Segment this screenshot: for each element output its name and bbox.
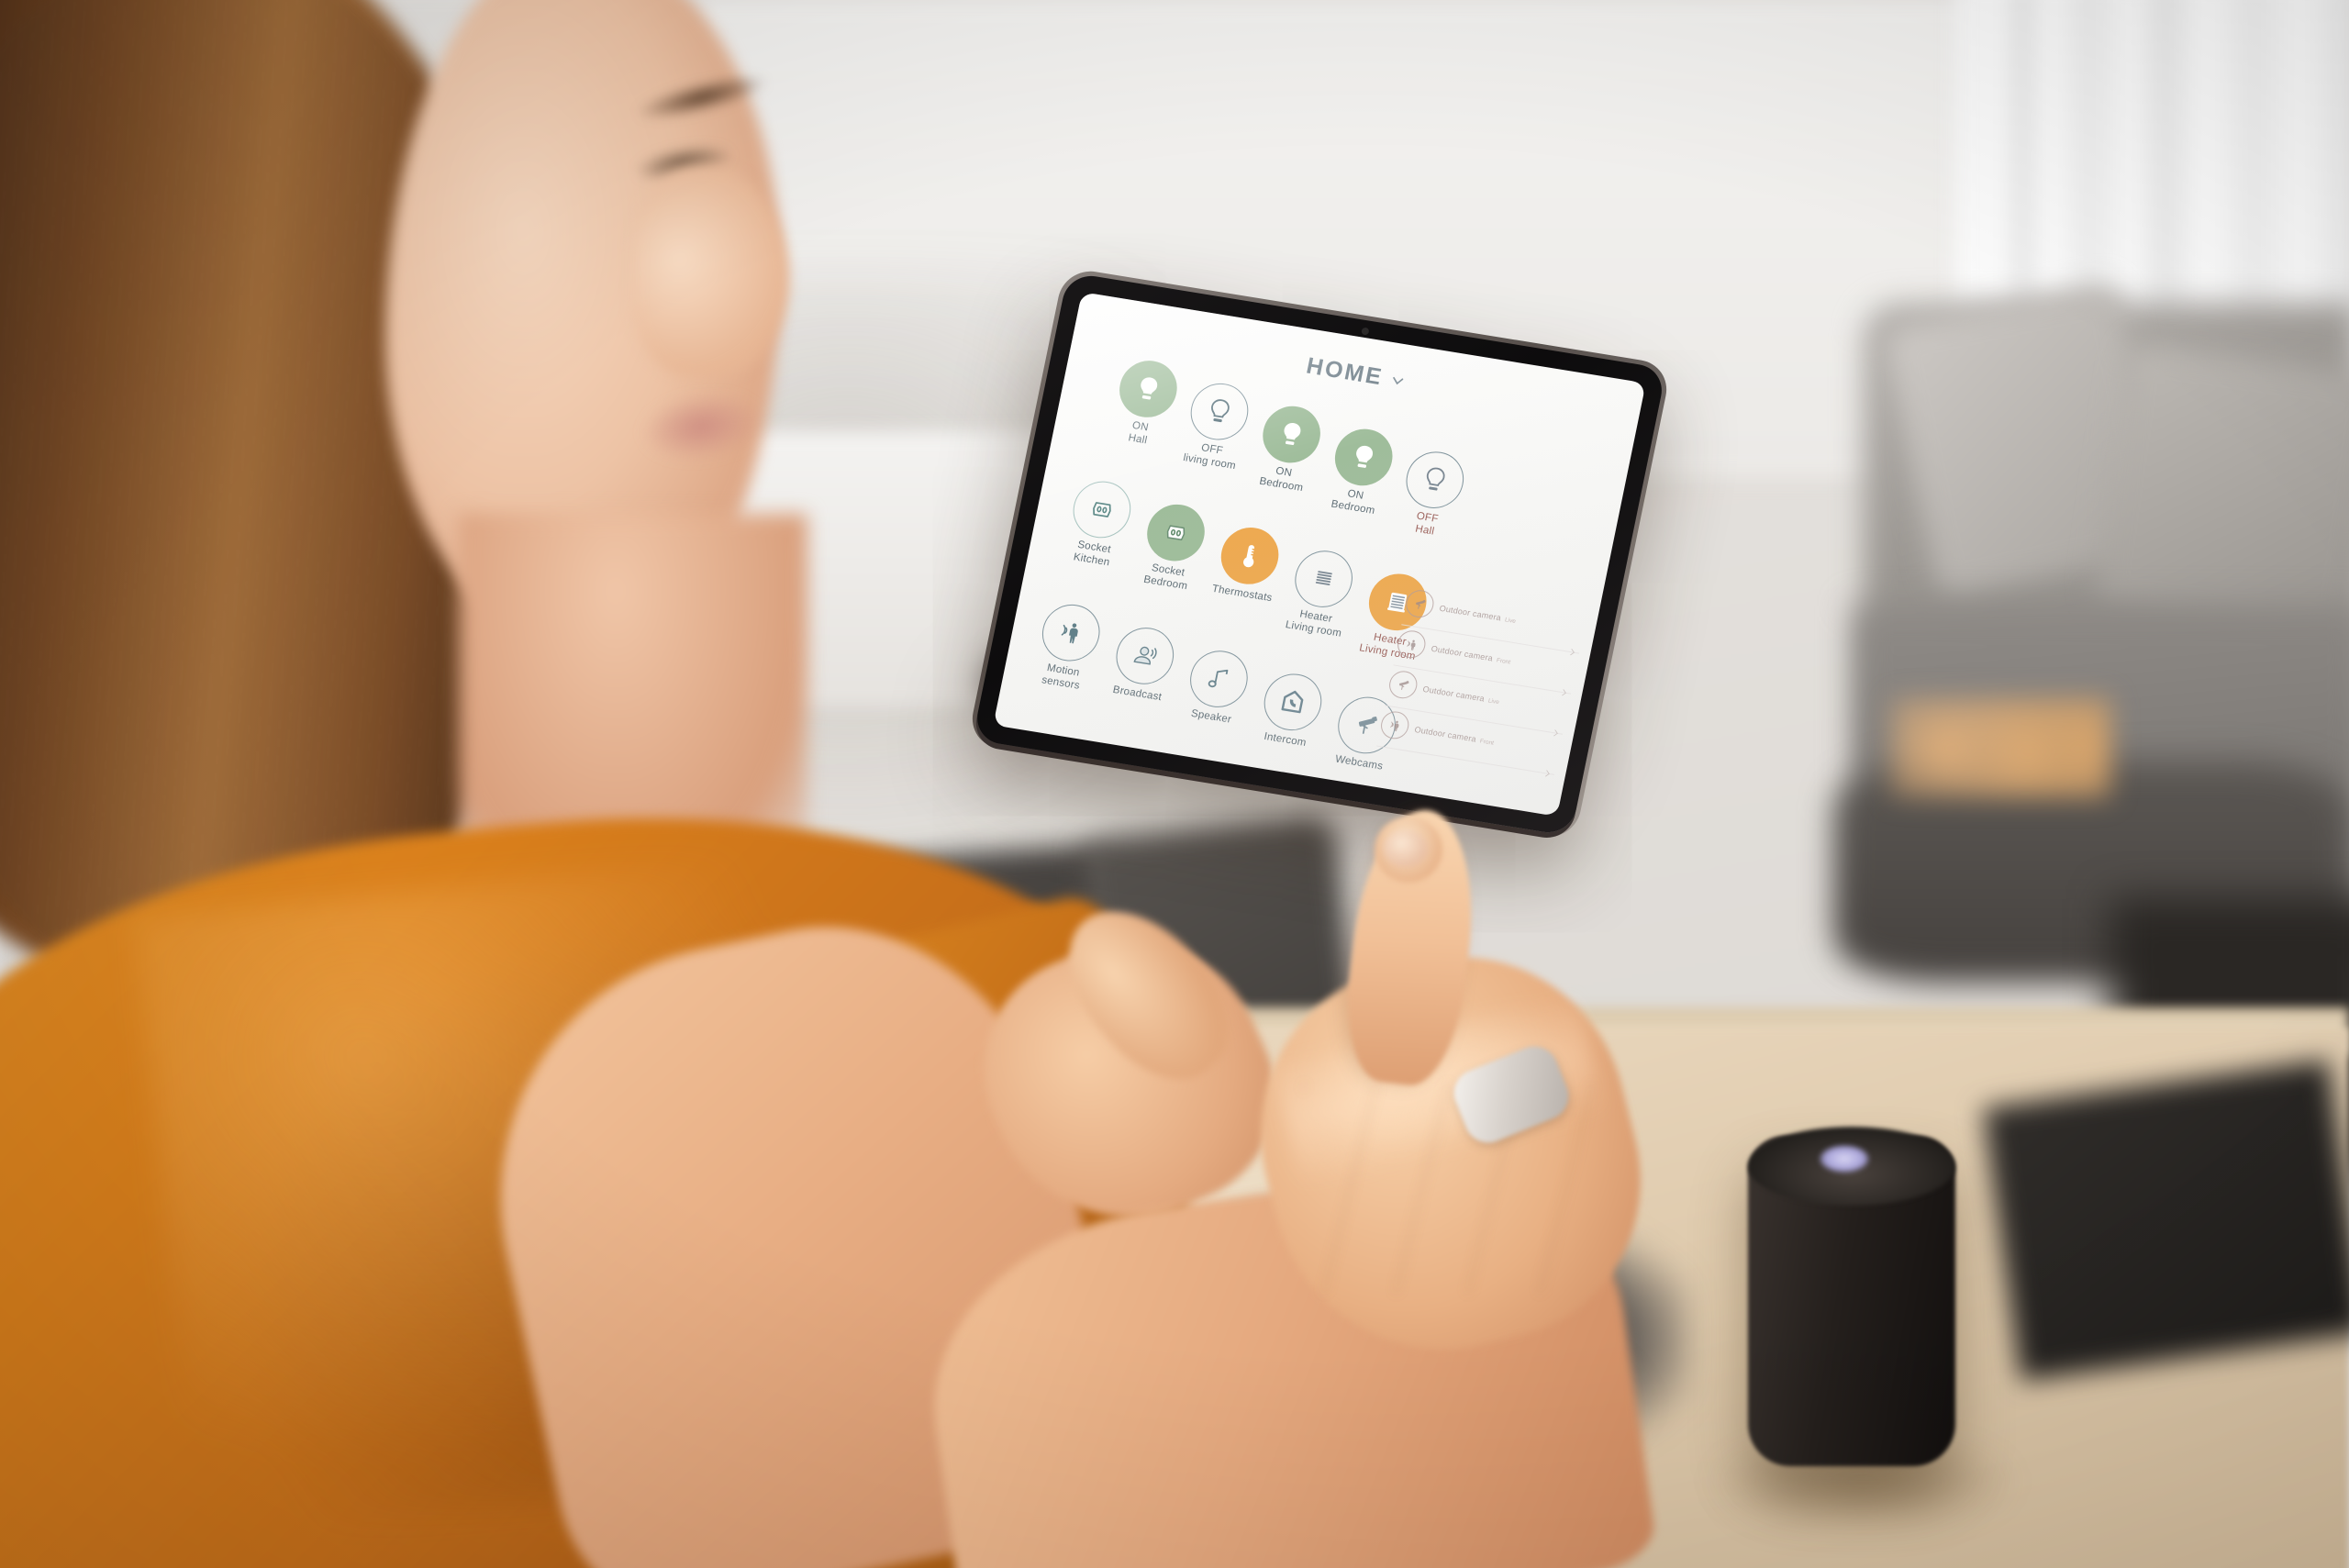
tile-bubble [1257,402,1326,467]
front-camera-icon [1361,327,1370,336]
smart-home-app: HOME ON Hall OFF living room ON Bedroom … [993,292,1645,817]
tile-label: OFF Hall [1413,511,1439,539]
tile-label: Socket Kitchen [1073,539,1114,570]
tile-label: Broadcast [1111,684,1163,705]
tile-bubble [1259,670,1327,735]
tile-label: Heater Living room [1284,607,1344,640]
lightbulb-icon [1426,467,1445,491]
tile-label: Speaker [1190,708,1232,727]
tile-bubble [1329,425,1397,490]
broadcast-icon [1133,647,1157,665]
tile-label: Webcams [1334,754,1384,774]
chevron-down-icon[interactable] [1387,371,1408,391]
list-item-subtitle: Front [1496,657,1511,666]
socket-icon [1093,502,1111,518]
motion-sensor-icon [1378,709,1412,741]
page-title: HOME [1304,352,1386,391]
motion-sensor-icon [1395,628,1429,661]
tile-label: ON Bedroom [1330,486,1378,517]
radiator-icon [1315,571,1332,586]
tile-bubble [1185,647,1253,712]
tile-bubble [1216,523,1284,589]
tile-label: Thermostats [1210,583,1274,606]
fingernail [1384,830,1428,867]
tile-bubble [1110,623,1179,689]
list-item-subtitle: Front [1479,738,1495,747]
tile-label: Intercom [1263,731,1308,751]
tile-light-hall-off[interactable]: OFF Hall [1386,446,1479,543]
camera-list: Outdoor camera Live Outdoor camera Front… [1376,584,1587,777]
tile-bubble [1141,500,1210,566]
sofa-cushion-right [2093,340,2349,641]
tile-bubble [1186,379,1254,445]
tile-label: OFF living room [1182,439,1240,473]
tile-label: Socket Bedroom [1142,562,1191,593]
cctv-camera-icon [1403,588,1437,620]
photo-scene: HOME ON Hall OFF living room ON Bedroom … [0,0,2349,1568]
list-item-text: Outdoor camera Live [1438,599,1586,639]
right-hand-fingers [1303,1083,1606,1294]
list-item-title: Outdoor camera [1421,684,1486,704]
tablet-bezel: HOME ON Hall OFF living room ON Bedroom … [972,272,1667,837]
tile-bubble [1289,546,1358,612]
list-item-title: Outdoor camera [1430,643,1494,663]
tablet-screen: HOME ON Hall OFF living room ON Bedroom … [993,292,1646,817]
tile-label-state: Speaker [1189,708,1232,726]
smart-speaker-led [1820,1145,1869,1173]
list-item-title: Outdoor camera [1413,724,1477,744]
tile-label: ON Hall [1127,420,1151,448]
lightbulb-icon [1211,399,1230,423]
intercom-icon [1281,691,1304,714]
table-dark-tray [1982,1060,2349,1381]
tile-bubble [1401,447,1469,513]
lightbulb-icon [1284,422,1301,446]
socket-icon [1166,525,1186,541]
list-item-title: Outdoor camera [1438,603,1502,623]
tile-bubble [1037,600,1106,666]
tile-label-state: Thermostats [1210,583,1274,605]
tablet-device: HOME ON Hall OFF living room ON Bedroom … [966,266,1673,842]
tile-bubble [1068,477,1136,542]
tile-label: ON Bedroom [1258,463,1307,495]
music-note-icon [1208,670,1229,688]
list-item-subtitle: Live [1487,697,1500,706]
tile-label-state: Intercom [1263,731,1308,750]
tile-bubble [1114,356,1183,422]
cctv-camera-icon [1386,669,1420,701]
tile-label: Motion sensors [1041,662,1084,693]
tile-label-state: Webcams [1333,753,1385,773]
motion-sensor-icon [1061,623,1078,644]
tile-label-state: Broadcast [1111,684,1163,704]
lightbulb-icon [1355,445,1373,468]
tile-label-room: Hall [1127,431,1149,446]
lightbulb-icon [1141,377,1158,400]
chevron-right-icon[interactable] [1542,768,1553,780]
thermometer-icon [1243,545,1256,568]
candles [1890,697,2110,798]
list-item-subtitle: Live [1504,617,1517,626]
